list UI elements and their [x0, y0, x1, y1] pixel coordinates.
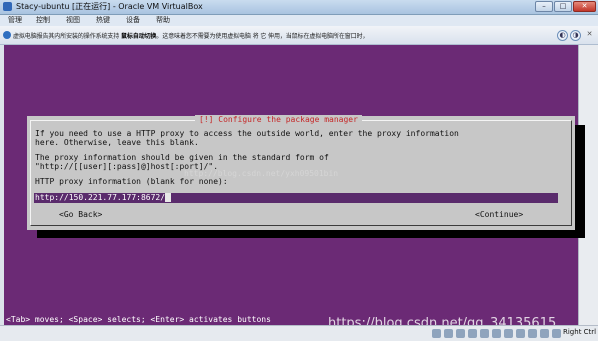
- dialog-title: [!] Configure the package manager: [195, 115, 362, 124]
- info-icon: [3, 31, 11, 39]
- notification-text-bold: 鼠标自动切换: [121, 33, 157, 40]
- window-titlebar: Stacy-ubuntu [正在运行] - Oracle VM VirtualB…: [0, 0, 598, 15]
- text-cursor: [165, 193, 172, 202]
- maximize-button[interactable]: □: [554, 1, 572, 12]
- keyboard-icon[interactable]: [552, 329, 561, 338]
- video-capture-icon[interactable]: [516, 329, 525, 338]
- proxy-input-value: http://150.221.77.177:8672/: [35, 193, 166, 202]
- menu-view[interactable]: 视图: [66, 15, 80, 26]
- notification-text: 虚拟电脑报告其内所安装的操作系统支持 鼠标自动切换。这意味着您不需要为使用虚拟电…: [13, 31, 368, 40]
- network-icon[interactable]: [468, 329, 477, 338]
- hard-disk-icon[interactable]: [432, 329, 441, 338]
- notification-text-before: 虚拟电脑报告其内所安装的操作系统支持: [13, 33, 122, 40]
- display-icon[interactable]: [504, 329, 513, 338]
- proxy-input[interactable]: http://150.221.77.177:8672/: [34, 193, 558, 203]
- mouse-integration-icon[interactable]: [540, 329, 549, 338]
- mouse-integration-notification: 虚拟电脑报告其内所安装的操作系统支持 鼠标自动切换。这意味着您不需要为使用虚拟电…: [0, 26, 598, 45]
- usb-icon[interactable]: [480, 329, 489, 338]
- menu-control[interactable]: 控制: [36, 15, 50, 26]
- menu-manage[interactable]: 管理: [8, 15, 22, 26]
- minimize-button[interactable]: –: [535, 1, 553, 12]
- continue-button[interactable]: <Continue>: [475, 210, 523, 219]
- cpu-icon[interactable]: [528, 329, 537, 338]
- notification-settings-icon[interactable]: ◑: [570, 30, 581, 41]
- menu-devices[interactable]: 设备: [126, 15, 140, 26]
- status-bar: Right Ctrl: [0, 325, 598, 341]
- dialog-text-line: here. Otherwise, leave this blank.: [35, 138, 199, 147]
- close-button[interactable]: ✕: [573, 1, 596, 12]
- menu-bar: 管理 控制 视图 热键 设备 帮助: [0, 15, 598, 26]
- go-back-button[interactable]: <Go Back>: [59, 210, 102, 219]
- virtualbox-icon: [3, 2, 12, 11]
- notification-close-icon[interactable]: ✕: [584, 30, 595, 41]
- host-key-label: Right Ctrl: [563, 328, 597, 336]
- notification-text-after: 。这意味着您不需要为使用虚拟电脑 将 它 伸用，当鼠标在虚拟电脑所在窗口时，: [156, 33, 369, 40]
- audio-icon[interactable]: [456, 329, 465, 338]
- proxy-field-label: HTTP proxy information (blank for none):: [35, 177, 228, 186]
- menu-help[interactable]: 帮助: [156, 15, 170, 26]
- notification-toggle-icon[interactable]: ◐: [557, 30, 568, 41]
- shared-folders-icon[interactable]: [492, 329, 501, 338]
- optical-drive-icon[interactable]: [444, 329, 453, 338]
- csdn-watermark: http://blog.csdn.net/yxh09501bin: [184, 169, 339, 178]
- menu-hotkey[interactable]: 热键: [96, 15, 110, 26]
- window-title: Stacy-ubuntu [正在运行] - Oracle VM VirtualB…: [16, 2, 203, 11]
